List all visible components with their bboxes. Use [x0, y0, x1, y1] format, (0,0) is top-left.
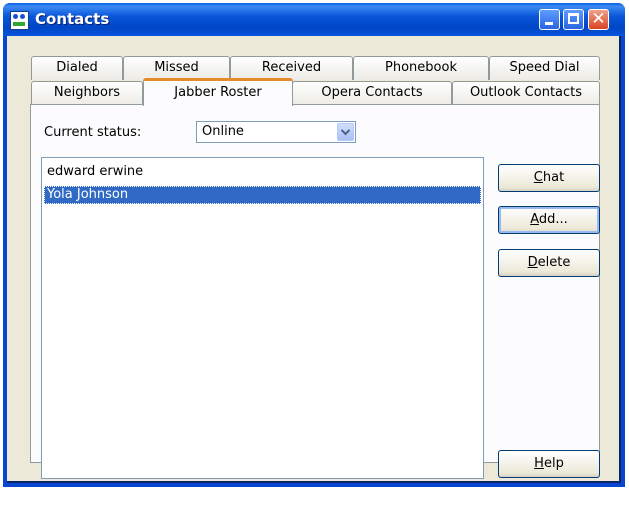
delete-button[interactable]: Delete: [498, 249, 600, 277]
add-button[interactable]: Add...: [498, 206, 600, 234]
tab-phonebook[interactable]: Phonebook: [353, 56, 489, 80]
chat-mnemonic: C: [533, 170, 543, 185]
help-mnemonic: H: [534, 456, 544, 471]
tab-dialed[interactable]: Dialed: [31, 56, 123, 80]
help-button[interactable]: Help: [498, 450, 600, 478]
window-title: Contacts: [35, 10, 110, 28]
current-status-label: Current status:: [44, 125, 142, 140]
tab-speed-dial[interactable]: Speed Dial: [489, 56, 600, 80]
minimize-button[interactable]: [539, 9, 560, 30]
roster-list[interactable]: edward erwine Yola Johnson: [41, 157, 484, 479]
delete-label: elete: [537, 255, 571, 270]
window-border-bottom: [3, 483, 625, 487]
tab-neighbors[interactable]: Neighbors: [31, 81, 143, 105]
tab-jabber-roster[interactable]: Jabber Roster: [143, 78, 293, 106]
status-dropdown[interactable]: Online: [196, 121, 356, 143]
title-bar[interactable]: Contacts ✕: [3, 3, 625, 36]
tab-received[interactable]: Received: [230, 56, 353, 80]
close-button[interactable]: ✕: [588, 9, 609, 30]
add-mnemonic: A: [530, 212, 539, 227]
add-label: dd...: [538, 212, 568, 227]
window-border-right: [621, 36, 625, 487]
tab-opera-contacts[interactable]: Opera Contacts: [292, 81, 452, 105]
tab-outlook-contacts[interactable]: Outlook Contacts: [452, 81, 600, 105]
chat-label: hat: [542, 170, 565, 185]
chat-button[interactable]: Chat: [498, 164, 600, 192]
contacts-app-icon: [10, 11, 29, 30]
delete-mnemonic: D: [527, 255, 538, 270]
chevron-down-icon: [341, 129, 350, 136]
tab-missed[interactable]: Missed: [123, 56, 230, 80]
minimize-icon: [545, 22, 553, 25]
close-icon: ✕: [591, 9, 606, 29]
roster-item-edward-erwine[interactable]: edward erwine: [44, 163, 481, 181]
dropdown-button[interactable]: [337, 123, 354, 141]
maximize-button[interactable]: [563, 9, 584, 30]
help-label: elp: [543, 456, 564, 471]
roster-item-yola-johnson[interactable]: Yola Johnson: [44, 186, 481, 204]
maximize-icon: [568, 13, 579, 24]
status-value: Online: [202, 124, 244, 139]
